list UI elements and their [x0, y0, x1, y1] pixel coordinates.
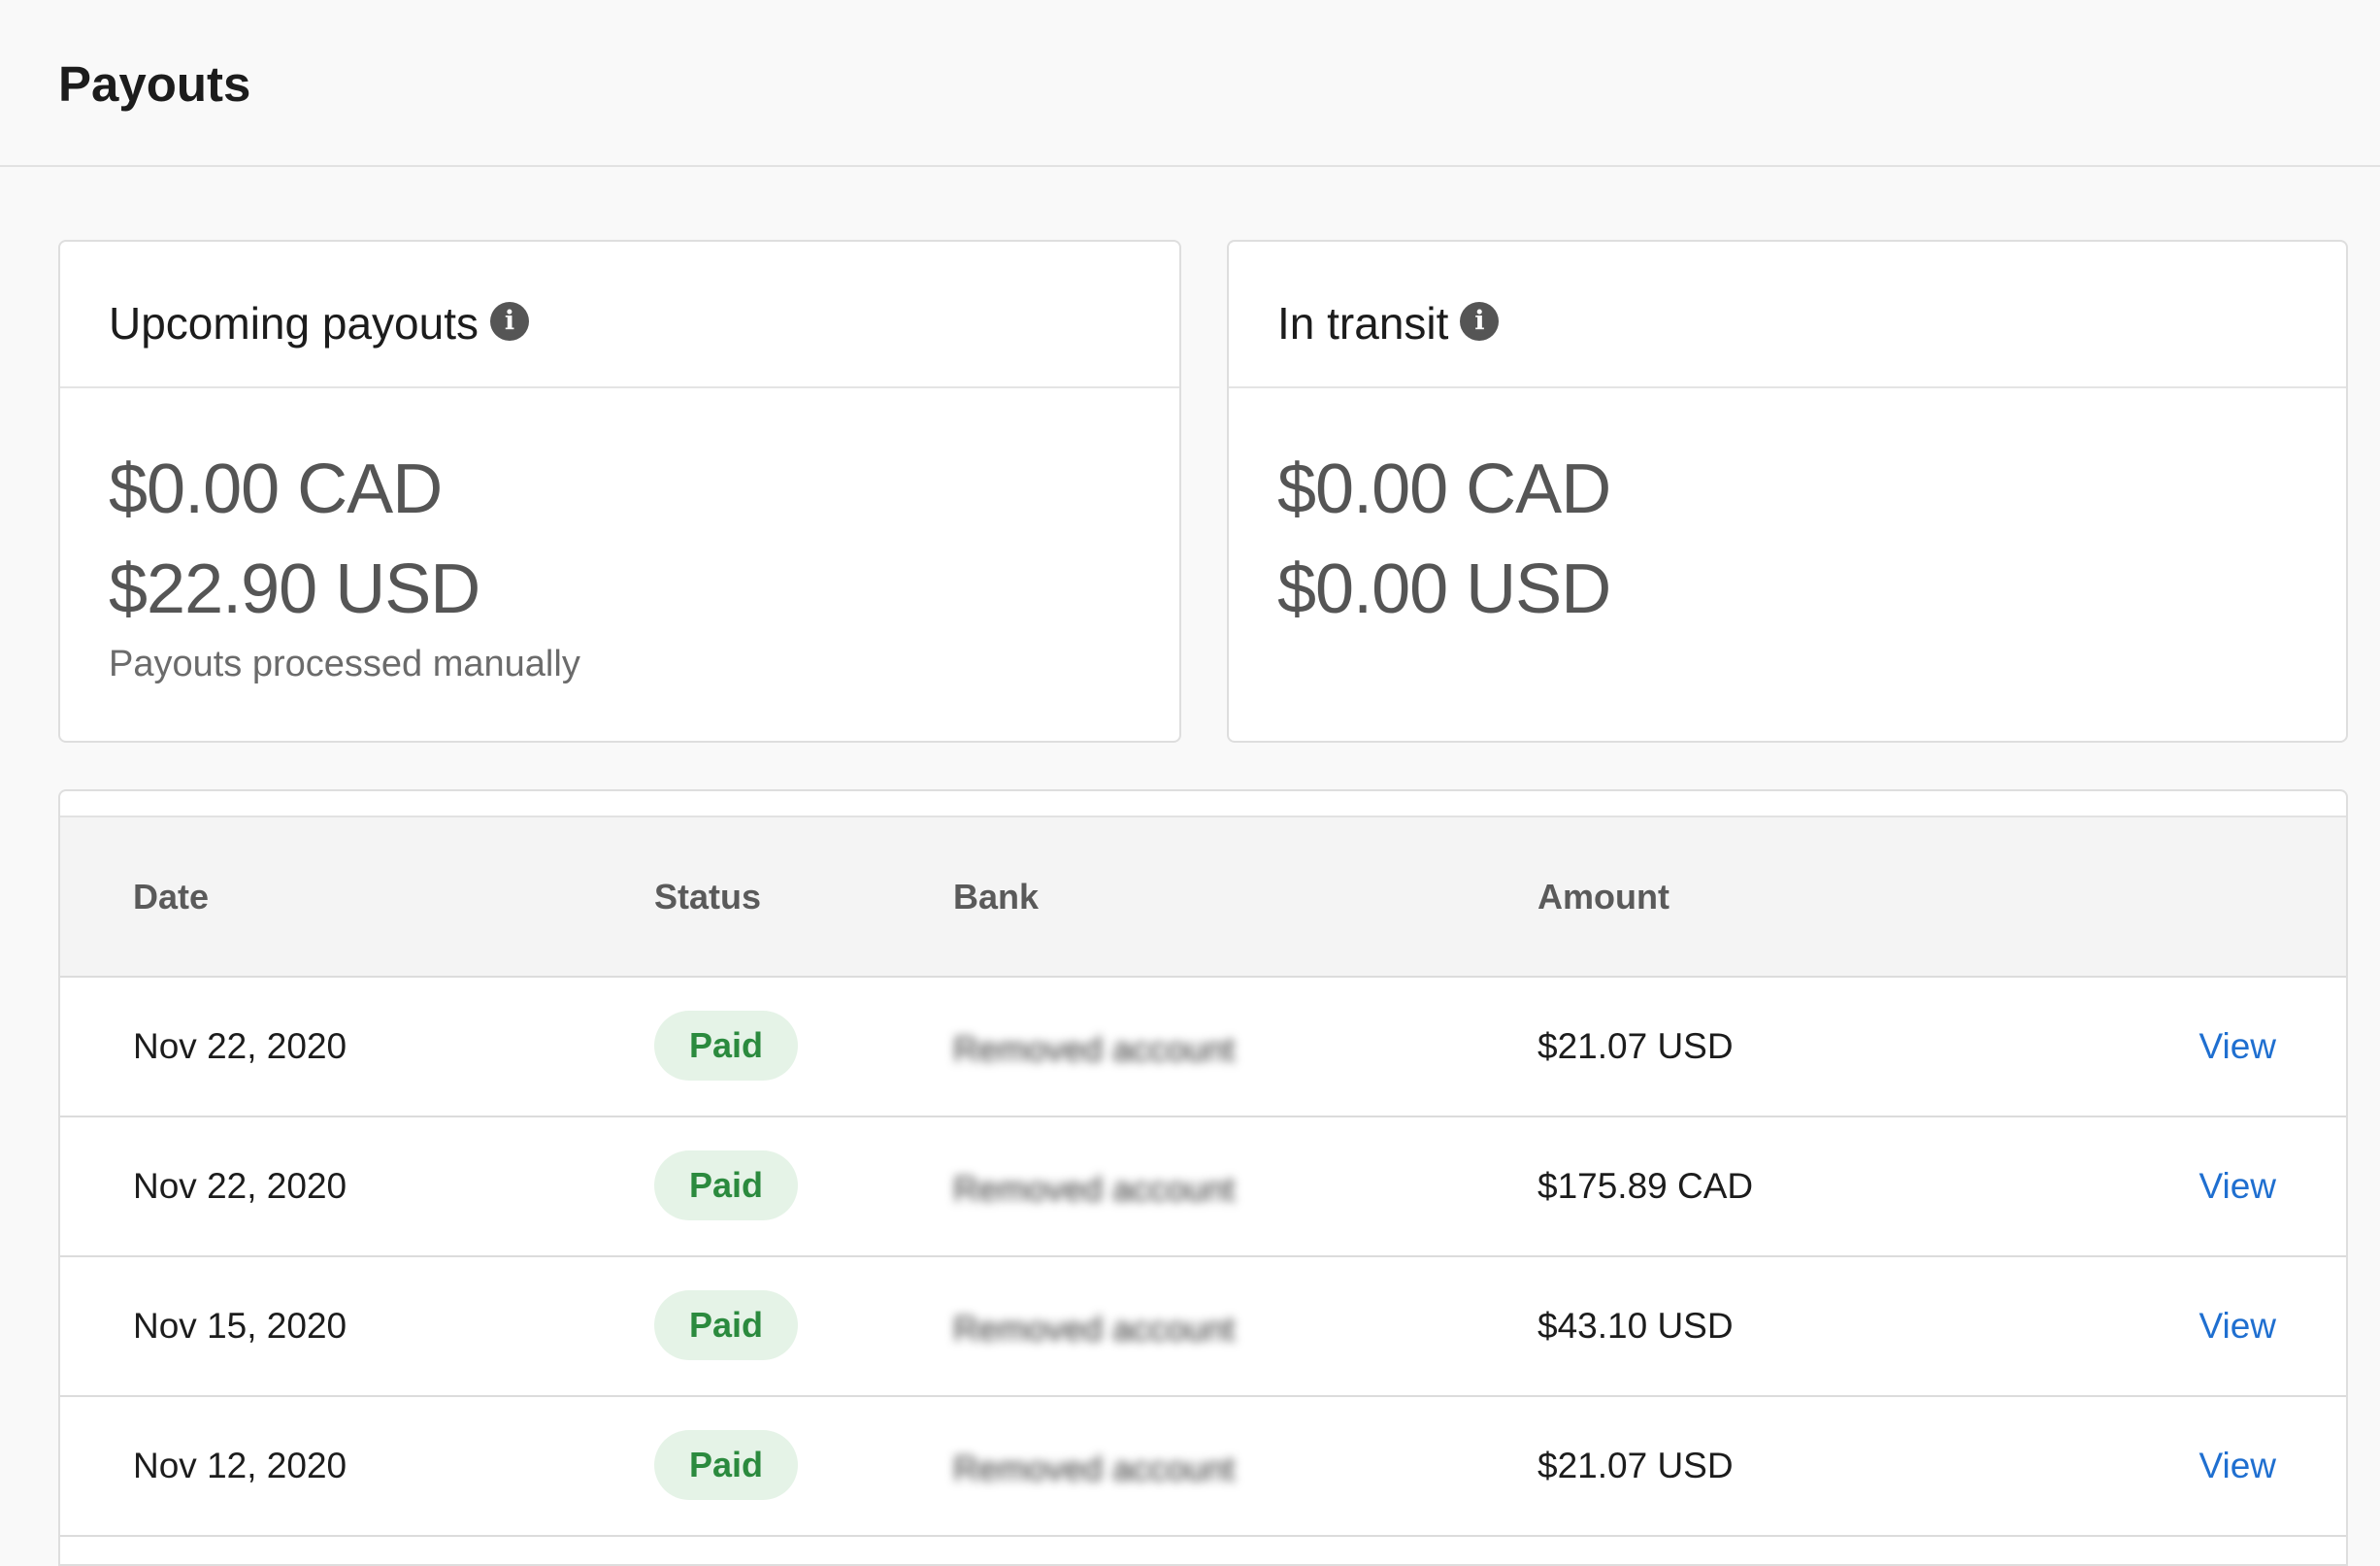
- payouts-table: Date Status Bank Amount Nov 22, 2020 Pai…: [58, 789, 2348, 1566]
- upcoming-payouts-title: Upcoming payouts i: [109, 294, 529, 352]
- payout-date: Nov 22, 2020: [133, 1026, 347, 1066]
- view-payout-link[interactable]: View: [2198, 978, 2276, 1116]
- upcoming-payouts-note: Payouts processed manually: [109, 644, 580, 684]
- payout-amount: $21.07 USD: [1537, 1446, 1734, 1485]
- upcoming-amount-usd: $22.90 USD: [109, 550, 480, 628]
- in-transit-card-header: In transit i: [1229, 242, 2346, 388]
- in-transit-title: In transit i: [1277, 294, 1500, 352]
- column-header-amount[interactable]: Amount: [1537, 817, 1669, 976]
- upcoming-amount-cad: $0.00 CAD: [109, 450, 443, 528]
- table-row[interactable]: Nov 22, 2020 Paid Removed account $175.8…: [60, 1117, 2346, 1257]
- view-payout-link[interactable]: View: [2198, 1257, 2276, 1395]
- payout-amount: $21.07 USD: [1537, 1026, 1734, 1066]
- status-badge: Paid: [654, 1011, 798, 1081]
- page-title: Payouts: [58, 56, 251, 112]
- upcoming-payouts-card: Upcoming payouts i $0.00 CAD $22.90 USD P…: [58, 240, 1181, 743]
- status-badge: Paid: [654, 1290, 798, 1360]
- info-icon[interactable]: i: [1460, 302, 1500, 341]
- in-transit-amount-cad: $0.00 CAD: [1277, 450, 1611, 528]
- payout-amount: $175.89 CAD: [1537, 1166, 1754, 1206]
- status-badge: Paid: [654, 1430, 798, 1500]
- bank-name-redacted: Removed account: [953, 1309, 1236, 1349]
- bank-name-redacted: Removed account: [953, 1029, 1236, 1069]
- table-row[interactable]: Nov 15, 2020 Paid Removed account $43.10…: [60, 1257, 2346, 1397]
- in-transit-title-text: In transit: [1277, 298, 1449, 349]
- page-header: Payouts: [0, 0, 2380, 167]
- payout-date: Nov 15, 2020: [133, 1306, 347, 1346]
- in-transit-card: In transit i $0.00 CAD $0.00 USD: [1227, 240, 2348, 743]
- upcoming-payouts-card-header: Upcoming payouts i: [60, 242, 1179, 388]
- bank-name-redacted: Removed account: [953, 1449, 1236, 1488]
- bank-name-redacted: Removed account: [953, 1169, 1236, 1209]
- payout-date: Nov 22, 2020: [133, 1166, 347, 1206]
- column-header-bank[interactable]: Bank: [953, 817, 1039, 976]
- view-payout-link[interactable]: View: [2198, 1117, 2276, 1255]
- view-payout-link[interactable]: View: [2198, 1397, 2276, 1535]
- column-header-date[interactable]: Date: [133, 817, 209, 976]
- upcoming-payouts-title-text: Upcoming payouts: [109, 298, 479, 349]
- in-transit-amount-usd: $0.00 USD: [1277, 550, 1611, 628]
- table-header: Date Status Bank Amount: [60, 816, 2346, 978]
- payout-date: Nov 12, 2020: [133, 1446, 347, 1485]
- column-header-status[interactable]: Status: [654, 817, 761, 976]
- status-badge: Paid: [654, 1150, 798, 1220]
- info-icon[interactable]: i: [489, 302, 529, 341]
- table-row[interactable]: Nov 22, 2020 Paid Removed account $21.07…: [60, 978, 2346, 1117]
- table-row[interactable]: Nov 12, 2020 Paid Removed account $21.07…: [60, 1397, 2346, 1537]
- payout-amount: $43.10 USD: [1537, 1306, 1734, 1346]
